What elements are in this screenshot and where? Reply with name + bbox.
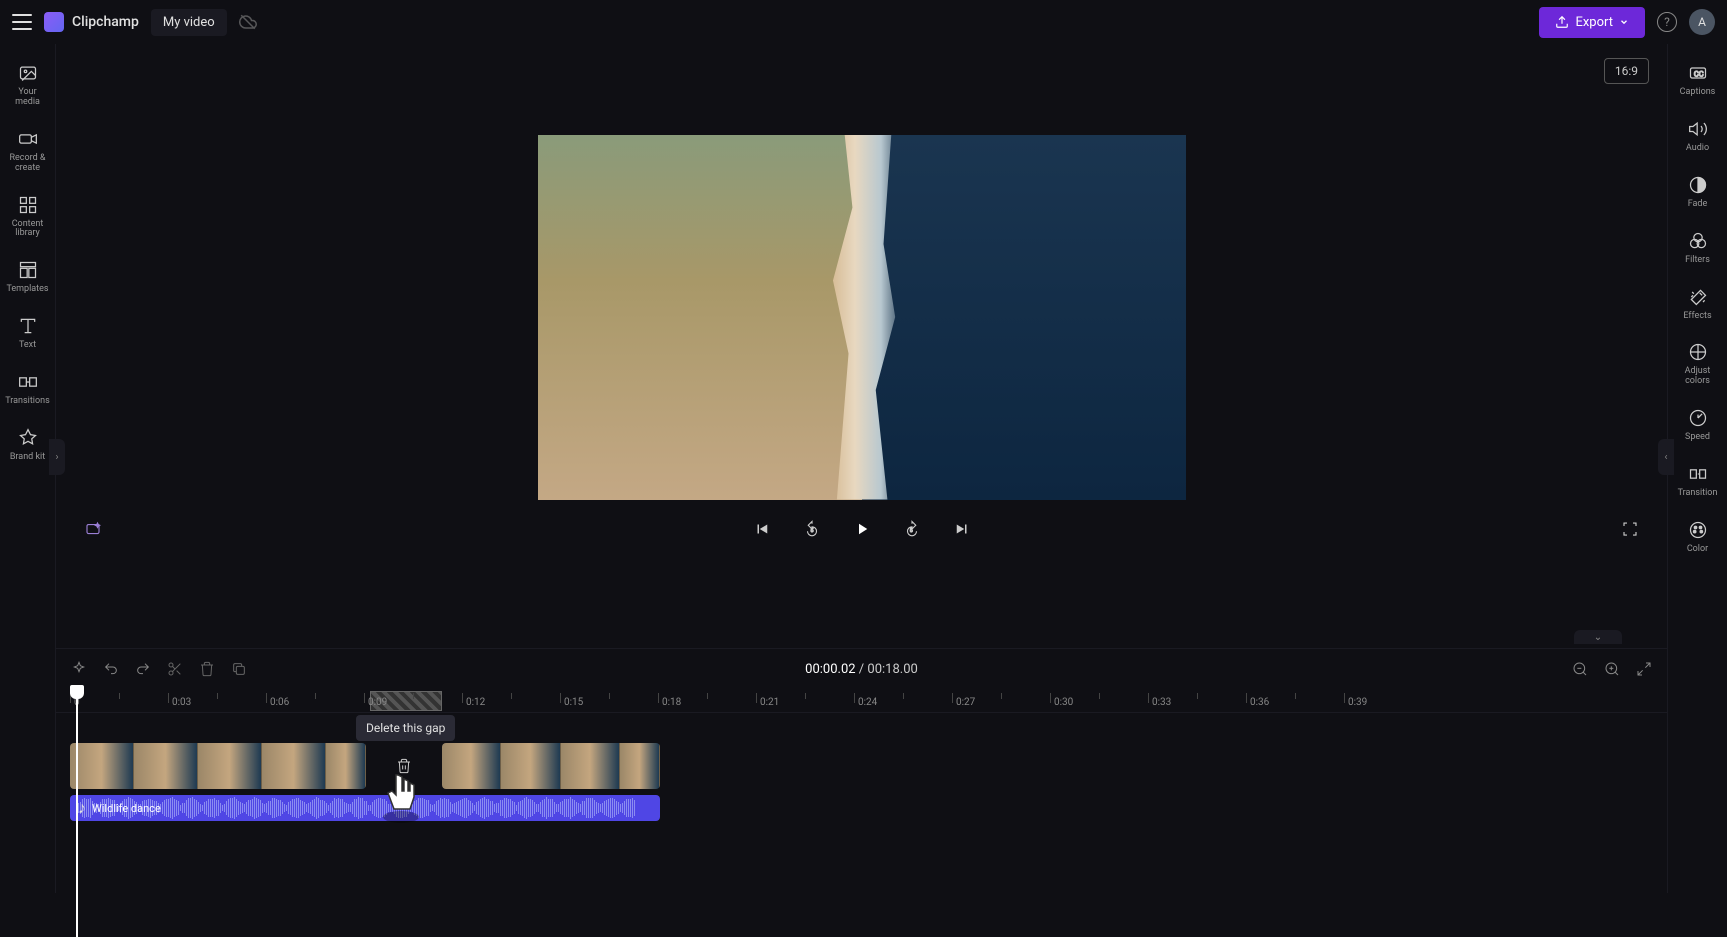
timeline-tracks: Delete this gap ♪ Wi — [56, 713, 1667, 893]
library-icon — [17, 194, 39, 216]
playhead[interactable] — [70, 685, 84, 699]
camera-icon — [17, 128, 39, 150]
split-button[interactable] — [166, 660, 184, 678]
preview-area: 16:9 5 5 ⌄ — [56, 44, 1667, 648]
sidebar-transition[interactable]: Transition — [1672, 457, 1724, 505]
color-icon — [1687, 519, 1709, 541]
transitions-icon — [17, 371, 39, 393]
adjust-colors-icon — [1687, 341, 1709, 363]
app-name: Clipchamp — [72, 14, 139, 30]
ai-enhance-button[interactable] — [82, 518, 104, 540]
redo-button[interactable] — [134, 660, 152, 678]
video-track — [70, 743, 1653, 789]
center-panel: 16:9 5 5 ⌄ — [56, 44, 1667, 893]
effects-icon — [1687, 286, 1709, 308]
filters-icon — [1687, 230, 1709, 252]
chevron-down-icon — [1619, 17, 1629, 27]
timeline-timecode: 00:00.02 / 00:18.00 — [805, 662, 918, 677]
sidebar-transitions[interactable]: Transitions — [4, 365, 52, 413]
left-sidebar: Your media Record & create Content libra… — [0, 44, 56, 893]
play-button[interactable] — [851, 518, 873, 540]
media-icon — [17, 62, 39, 84]
sidebar-effects[interactable]: Effects — [1672, 280, 1724, 328]
sidebar-brand-kit[interactable]: Brand kit — [4, 421, 52, 469]
export-button[interactable]: Export — [1539, 7, 1645, 38]
duplicate-button[interactable] — [230, 660, 248, 678]
right-sidebar: CC Captions Audio Fade Filters Effects A… — [1667, 44, 1727, 893]
fade-icon — [1687, 174, 1709, 196]
sidebar-speed[interactable]: Speed — [1672, 401, 1724, 449]
video-clip-2[interactable] — [442, 743, 660, 789]
music-note-icon: ♪ — [78, 798, 86, 818]
sidebar-adjust-colors[interactable]: Adjust colors — [1672, 335, 1724, 393]
timeline-gap[interactable] — [366, 743, 442, 789]
sidebar-text[interactable]: Text — [4, 309, 52, 357]
brand-kit-icon — [17, 427, 39, 449]
timeline-toolbar: 00:00.02 / 00:18.00 — [56, 649, 1667, 689]
svg-text:5: 5 — [909, 528, 912, 534]
preview-more-toggle[interactable]: ⌄ — [1574, 630, 1622, 644]
right-sidebar-expand[interactable]: ‹ — [1658, 439, 1674, 475]
rewind-button[interactable]: 5 — [801, 518, 823, 540]
sidebar-filters[interactable]: Filters — [1672, 224, 1724, 272]
sidebar-templates[interactable]: Templates — [4, 253, 52, 301]
aspect-ratio-selector[interactable]: 16:9 — [1604, 58, 1649, 84]
cloud-sync-icon[interactable] — [239, 13, 257, 31]
audio-clip[interactable]: ♪ Wildlife dance — [70, 795, 660, 821]
zoom-out-button[interactable] — [1571, 660, 1589, 678]
clipchamp-logo-icon — [44, 12, 64, 32]
video-preview[interactable] — [538, 135, 1186, 500]
help-button[interactable]: ? — [1657, 12, 1677, 32]
text-icon — [17, 315, 39, 337]
app-header: Clipchamp My video Export ? A — [0, 0, 1727, 44]
header-right: Export ? A — [1539, 7, 1715, 38]
sidebar-content-library[interactable]: Content library — [4, 188, 52, 246]
sidebar-color[interactable]: Color — [1672, 513, 1724, 561]
video-clip-1[interactable] — [70, 743, 366, 789]
sidebar-fade[interactable]: Fade — [1672, 168, 1724, 216]
auto-enhance-button[interactable] — [70, 660, 88, 678]
main-content: Your media Record & create Content libra… — [0, 44, 1727, 893]
sidebar-record-create[interactable]: Record & create — [4, 122, 52, 180]
project-name-field[interactable]: My video — [151, 9, 227, 36]
header-left: Clipchamp My video — [12, 9, 257, 36]
sidebar-your-media[interactable]: Your media — [4, 56, 52, 114]
zoom-fit-button[interactable] — [1635, 660, 1653, 678]
skip-end-button[interactable] — [951, 518, 973, 540]
delete-gap-tooltip: Delete this gap — [356, 715, 455, 741]
trash-icon — [396, 758, 412, 774]
app-logo[interactable]: Clipchamp — [44, 12, 139, 32]
fullscreen-button[interactable] — [1619, 518, 1641, 540]
sidebar-audio[interactable]: Audio — [1672, 112, 1724, 160]
playback-controls: 5 5 — [56, 500, 1667, 558]
user-avatar[interactable]: A — [1689, 9, 1715, 35]
undo-button[interactable] — [102, 660, 120, 678]
zoom-in-button[interactable] — [1603, 660, 1621, 678]
skip-start-button[interactable] — [751, 518, 773, 540]
transition-icon — [1687, 463, 1709, 485]
forward-button[interactable]: 5 — [901, 518, 923, 540]
delete-button[interactable] — [198, 660, 216, 678]
svg-text:CC: CC — [1693, 69, 1703, 78]
audio-icon — [1687, 118, 1709, 140]
menu-button[interactable] — [12, 14, 32, 30]
upload-icon — [1555, 15, 1569, 29]
sidebar-captions[interactable]: CC Captions — [1672, 56, 1724, 104]
templates-icon — [17, 259, 39, 281]
audio-track: ♪ Wildlife dance — [70, 795, 1653, 821]
timeline-section: 00:00.02 / 00:18.00 00:030:060:090:120:1… — [56, 648, 1667, 893]
captions-icon: CC — [1687, 62, 1709, 84]
timeline-ruler[interactable]: 00:030:060:090:120:150:180:210:240:270:3… — [56, 689, 1667, 713]
speed-icon — [1687, 407, 1709, 429]
svg-text:5: 5 — [810, 528, 813, 534]
